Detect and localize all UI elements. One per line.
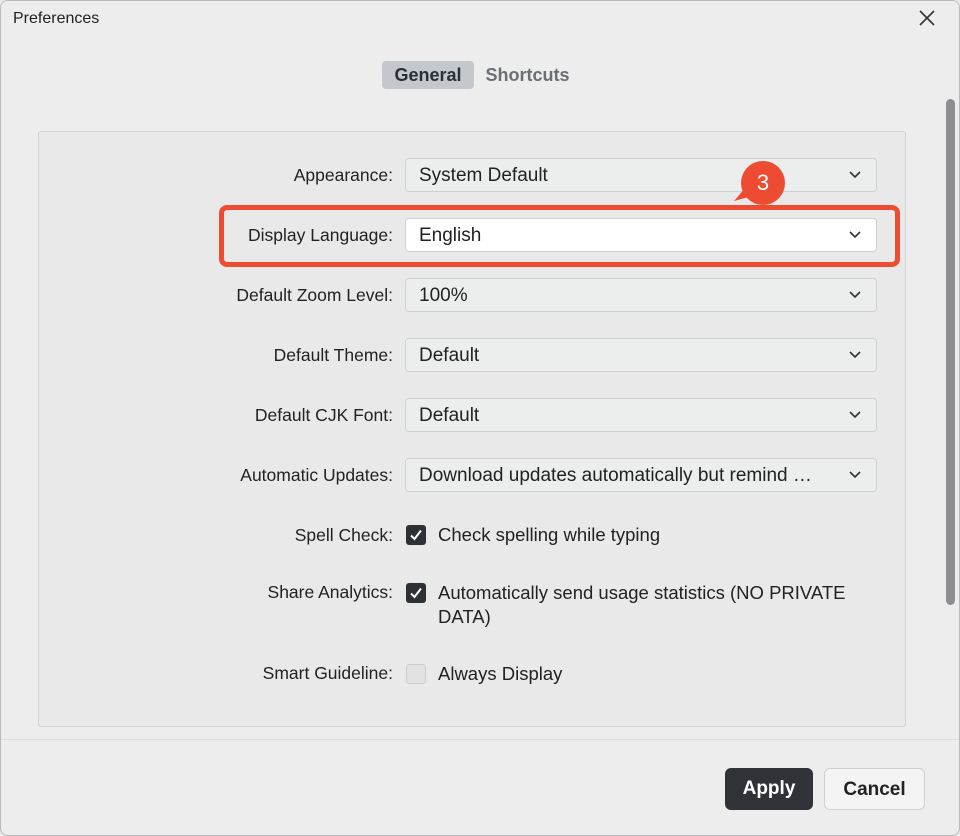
smart-guideline-checkbox[interactable] xyxy=(406,664,426,684)
spell-check-checkbox[interactable] xyxy=(406,525,426,545)
appearance-label: Appearance: xyxy=(293,165,393,185)
chevron-down-icon xyxy=(849,351,861,359)
chevron-down-icon xyxy=(849,291,861,299)
preferences-window: Preferences General Shortcuts Appearance:… xyxy=(0,0,960,836)
checkmark-icon xyxy=(410,529,422,541)
close-button[interactable] xyxy=(915,6,939,30)
highlight-box xyxy=(219,205,900,267)
close-icon xyxy=(919,10,935,26)
scrollbar[interactable] xyxy=(946,99,955,605)
window-title: Preferences xyxy=(13,10,100,27)
automatic-updates-select[interactable]: Download updates automatically but remin… xyxy=(405,458,877,492)
default-theme-value: Default xyxy=(419,345,480,366)
spell-check-text: Check spelling while typing xyxy=(438,524,661,545)
footer-divider xyxy=(1,739,959,740)
default-zoom-label: Default Zoom Level: xyxy=(236,285,393,305)
smart-guideline-text: Always Display xyxy=(438,663,563,684)
chevron-down-icon xyxy=(849,471,861,479)
tab-shortcuts[interactable]: Shortcuts xyxy=(478,61,578,89)
default-cjk-font-label: Default CJK Font: xyxy=(254,405,393,425)
checkmark-icon xyxy=(410,587,422,599)
apply-button[interactable]: Apply xyxy=(725,768,813,810)
appearance-value: System Default xyxy=(419,165,548,186)
automatic-updates-label: Automatic Updates: xyxy=(240,465,393,485)
default-cjk-font-value: Default xyxy=(419,405,480,426)
default-cjk-font-select[interactable]: Default xyxy=(405,398,877,432)
appearance-select[interactable]: System Default xyxy=(405,158,877,192)
smart-guideline-label: Smart Guideline: xyxy=(262,663,393,683)
cancel-button[interactable]: Cancel xyxy=(824,768,925,810)
share-analytics-checkbox[interactable] xyxy=(406,583,426,603)
share-analytics-label: Share Analytics: xyxy=(267,582,393,602)
share-analytics-text: Automatically send usage statistics (NO … xyxy=(438,582,846,627)
default-theme-select[interactable]: Default xyxy=(405,338,877,372)
title-bar: Preferences xyxy=(1,1,959,37)
chevron-down-icon xyxy=(849,171,861,179)
spell-check-label: Spell Check: xyxy=(294,525,393,545)
default-zoom-select[interactable]: 100% xyxy=(405,278,877,312)
default-zoom-value: 100% xyxy=(419,285,468,306)
automatic-updates-value: Download updates automatically but remin… xyxy=(419,465,812,486)
tab-general[interactable]: General xyxy=(382,61,474,89)
step-badge: 3 xyxy=(741,161,785,205)
default-theme-label: Default Theme: xyxy=(273,345,393,365)
chevron-down-icon xyxy=(849,411,861,419)
tab-bar: General Shortcuts xyxy=(1,61,959,89)
